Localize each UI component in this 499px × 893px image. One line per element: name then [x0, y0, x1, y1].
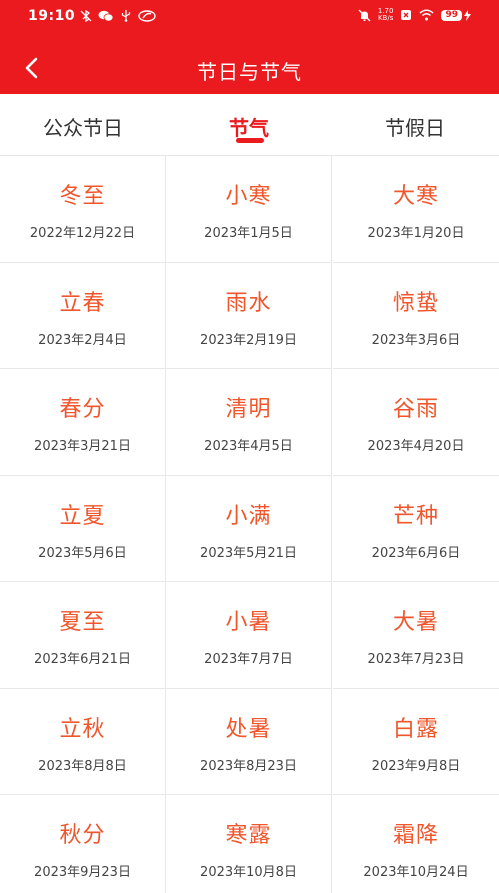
net-speed: 1.70 KB/s — [378, 8, 394, 22]
solar-term-name: 小暑 — [225, 610, 272, 635]
solar-term-cell[interactable]: 夏至 2023年6月21日 — [0, 582, 166, 689]
solar-term-name: 春分 — [59, 397, 106, 422]
solar-term-date: 2023年6月6日 — [371, 545, 461, 561]
solar-term-cell[interactable]: 春分 2023年3月21日 — [0, 369, 166, 476]
solar-term-cell[interactable]: 惊蛰 2023年3月6日 — [333, 263, 499, 369]
solar-term-cell[interactable]: 白露 2023年9月8日 — [333, 689, 499, 795]
solar-term-name: 秋分 — [59, 823, 106, 848]
solar-term-date: 2023年7月23日 — [367, 652, 465, 667]
solar-term-date: 2023年4月20日 — [367, 439, 465, 454]
solar-term-cell[interactable]: 小寒 2023年1月5日 — [166, 156, 332, 263]
tab-bar: 公众节日 节气 节假日 — [0, 94, 499, 156]
solar-term-date: 2023年6月21日 — [34, 652, 131, 667]
solar-term-date: 2023年10月24日 — [363, 865, 469, 880]
solar-term-name: 小寒 — [225, 184, 272, 209]
solar-term-date: 2023年3月21日 — [34, 439, 131, 454]
wechat-icon — [98, 10, 114, 22]
solar-term-name: 冬至 — [59, 184, 106, 209]
solar-term-cell[interactable]: 雨水 2023年2月19日 — [166, 262, 332, 369]
solar-term-date: 2023年9月8日 — [371, 758, 461, 774]
sim-x-icon — [400, 9, 412, 21]
solar-term-date: 2023年5月6日 — [38, 545, 127, 561]
solar-term-date: 2023年8月23日 — [200, 758, 297, 774]
page-title: 节日与节气 — [197, 60, 302, 84]
solar-term-cell[interactable]: 立夏 2023年5月6日 — [0, 475, 166, 582]
status-time: 19:10 — [28, 8, 76, 24]
solar-term-name: 惊蛰 — [392, 290, 439, 316]
app-header: 19:10 1.70 KB/s 99 节日与节气 — [0, 0, 499, 94]
solar-term-date: 2023年3月6日 — [371, 332, 461, 348]
tab-statutory-holidays[interactable]: 节假日 — [332, 112, 498, 141]
solar-term-name: 谷雨 — [392, 397, 439, 422]
solar-term-date: 2023年9月23日 — [34, 865, 131, 880]
solar-term-date: 2023年8月8日 — [38, 758, 127, 774]
mute-icon — [358, 9, 371, 22]
solar-term-cell[interactable]: 立春 2023年2月4日 — [0, 262, 166, 369]
solar-term-name: 寒露 — [225, 823, 272, 848]
status-bar: 19:10 1.70 KB/s 99 — [0, 0, 499, 36]
solar-term-date: 2023年10月8日 — [200, 865, 297, 880]
solar-term-name: 清明 — [225, 397, 272, 422]
solar-term-cell[interactable]: 寒露 2023年10月8日 — [166, 795, 332, 893]
solar-term-cell[interactable]: 谷雨 2023年4月20日 — [333, 369, 499, 476]
solar-term-name: 立夏 — [59, 503, 106, 529]
solar-term-name: 芒种 — [392, 503, 439, 529]
solar-term-name: 霜降 — [392, 823, 439, 848]
solar-term-cell[interactable]: 小暑 2023年7月7日 — [166, 582, 332, 689]
solar-term-name: 雨水 — [225, 290, 272, 316]
solar-term-name: 大寒 — [392, 184, 439, 209]
solar-term-date: 2023年1月5日 — [204, 226, 293, 241]
solar-term-cell[interactable]: 清明 2023年4月5日 — [166, 369, 332, 476]
solar-term-date: 2023年1月20日 — [367, 226, 465, 241]
solar-term-cell[interactable]: 秋分 2023年9月23日 — [0, 795, 166, 893]
solar-term-date: 2023年2月4日 — [38, 332, 127, 348]
solar-term-name: 小满 — [225, 503, 272, 529]
solar-term-cell[interactable]: 霜降 2023年10月24日 — [333, 795, 499, 893]
battery-icon: 99 — [441, 9, 471, 21]
solar-term-name: 立秋 — [59, 716, 106, 742]
status-right-icons: 1.70 KB/s 99 — [358, 8, 471, 22]
app-icon — [138, 9, 156, 22]
status-left-icons — [80, 9, 156, 22]
tab-solar-terms[interactable]: 节气 — [166, 112, 332, 141]
bluetooth-off-icon — [80, 9, 92, 22]
solar-term-name: 立春 — [59, 290, 106, 316]
active-tab-indicator — [236, 138, 264, 143]
charging-icon — [464, 9, 471, 21]
solar-term-cell[interactable]: 芒种 2023年6月6日 — [333, 476, 499, 582]
usb-icon — [120, 9, 132, 22]
solar-term-date: 2023年2月19日 — [200, 332, 297, 348]
nav-bar: 节日与节气 — [0, 40, 499, 94]
net-speed-unit: KB/s — [377, 14, 394, 22]
solar-term-date: 2022年12月22日 — [29, 226, 136, 241]
solar-term-cell[interactable]: 处暑 2023年8月23日 — [166, 688, 332, 795]
solar-term-cell[interactable]: 立秋 2023年8月8日 — [0, 688, 166, 795]
solar-term-cell[interactable]: 大暑 2023年7月23日 — [333, 582, 499, 689]
battery-level: 99 — [441, 9, 462, 21]
solar-term-date: 2023年7月7日 — [204, 652, 293, 667]
solar-term-date: 2023年4月5日 — [204, 439, 293, 454]
tab-public-holidays[interactable]: 公众节日 — [0, 112, 166, 141]
solar-term-name: 大暑 — [392, 610, 439, 635]
solar-term-name: 白露 — [392, 716, 439, 742]
solar-term-name: 夏至 — [59, 610, 106, 635]
solar-term-name: 处暑 — [225, 716, 272, 742]
solar-term-cell[interactable]: 小满 2023年5月21日 — [166, 475, 332, 582]
wifi-icon — [419, 9, 434, 21]
solar-term-date: 2023年5月21日 — [200, 545, 297, 561]
solar-term-cell[interactable]: 大寒 2023年1月20日 — [333, 156, 499, 263]
solar-term-cell[interactable]: 冬至 2022年12月22日 — [0, 156, 166, 263]
